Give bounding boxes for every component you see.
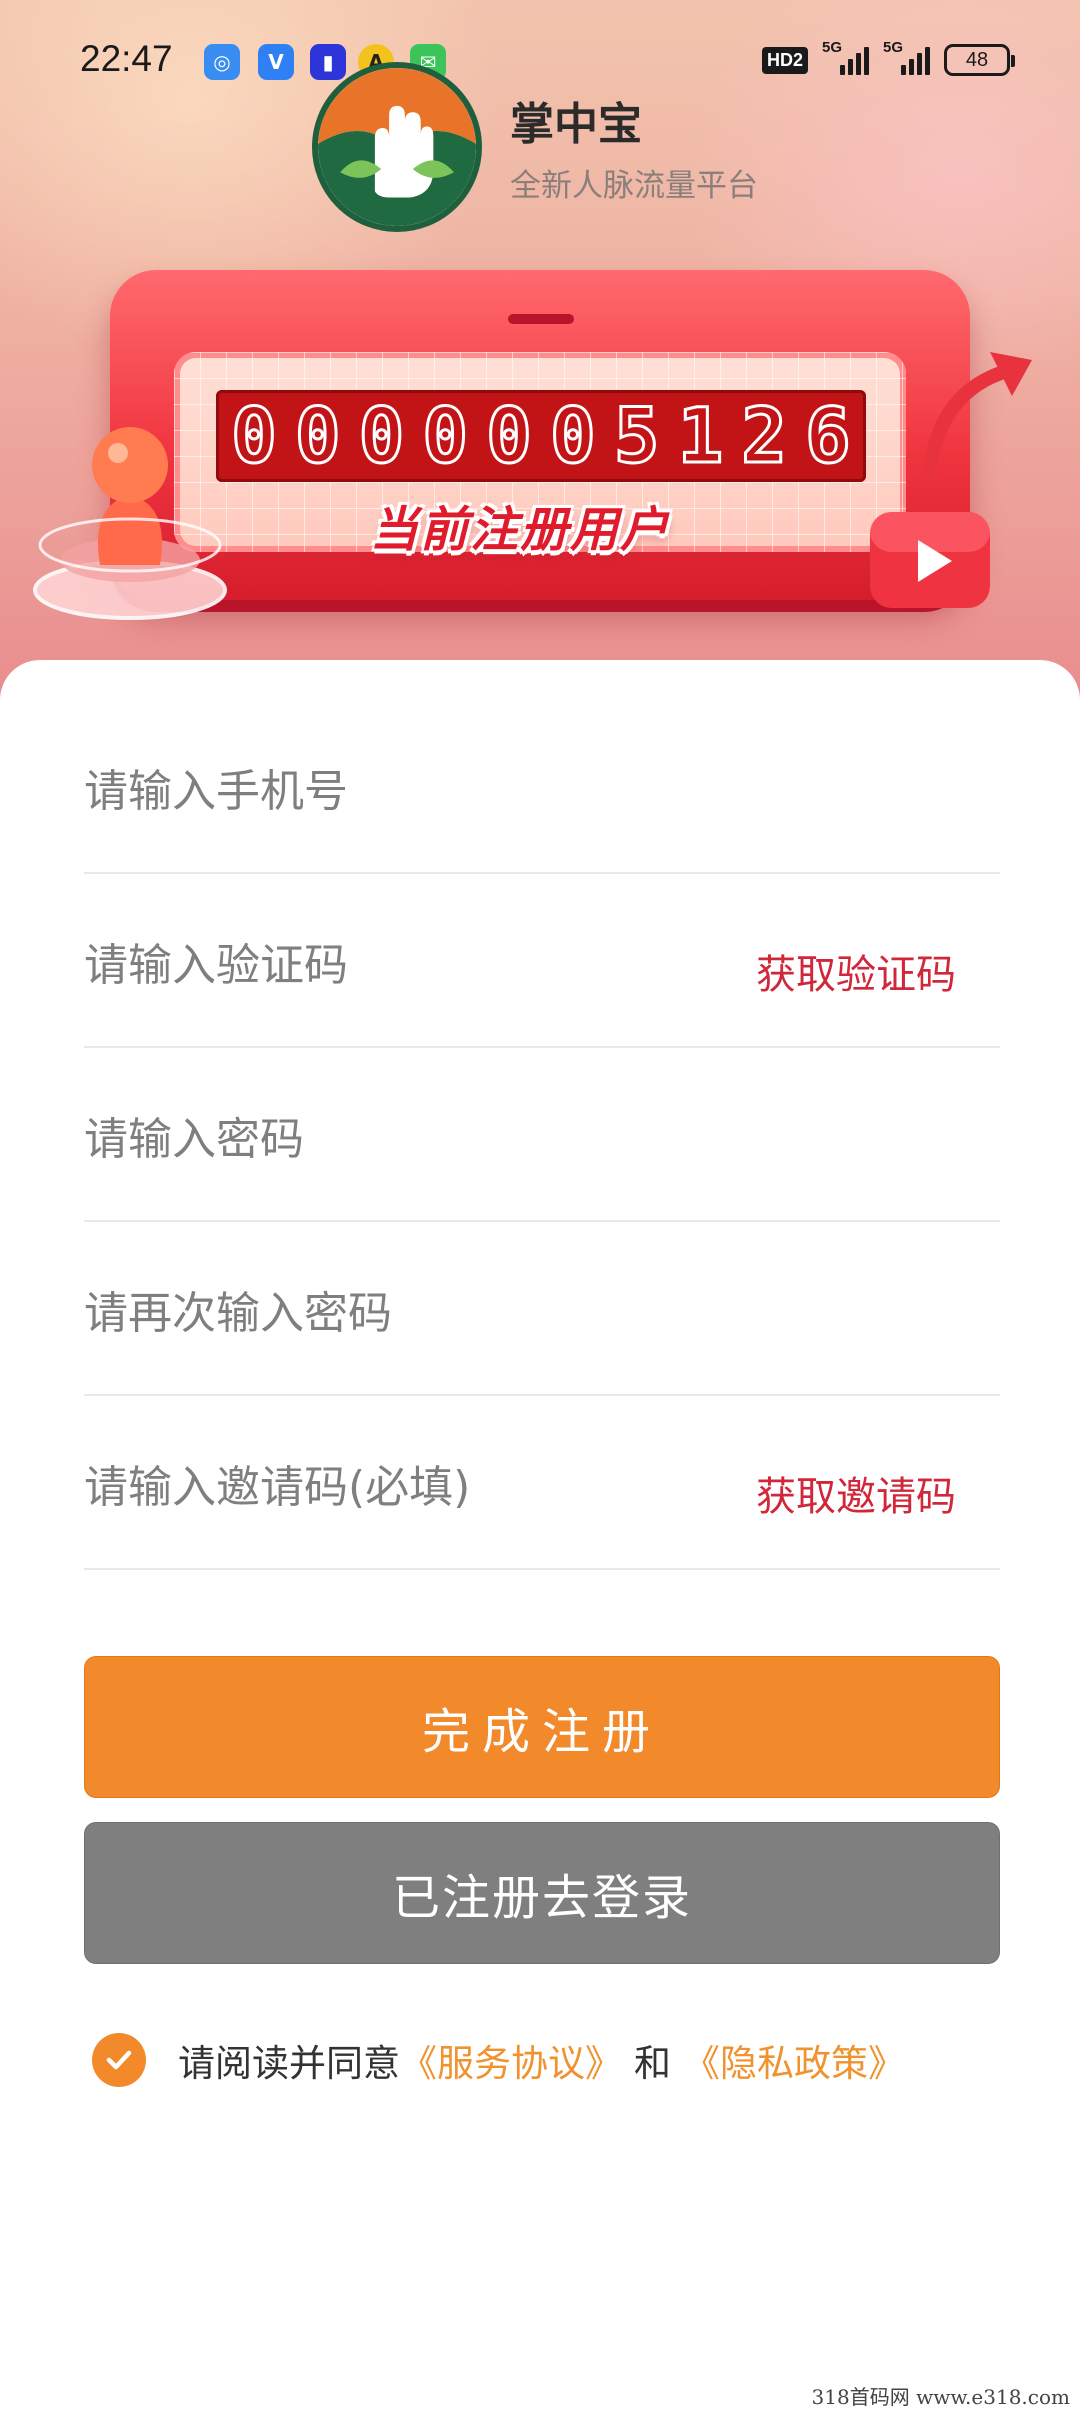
go-login-button[interactable]: 已注册去登录 (84, 1822, 1000, 1964)
register-screen: 22:47 ◎ V ▮ A ✉ HD2 5G 5G 48 掌中宝 全新人脉流量平… (0, 0, 1080, 2412)
verification-code-field: 获取验证码 (84, 874, 1000, 1048)
phone-field (84, 700, 1000, 874)
counter-digit: 5 (612, 391, 661, 480)
counter-digit: 0 (485, 391, 534, 480)
trend-arrow-icon (923, 352, 1032, 477)
app-notification-icon: ◎ (204, 44, 240, 80)
password-input[interactable] (84, 1104, 724, 1174)
counter-digit: 1 (676, 391, 725, 480)
password-field (84, 1048, 1000, 1222)
app-logo (312, 62, 482, 232)
password-confirm-field (84, 1222, 1000, 1396)
counter-digit: 0 (548, 391, 597, 480)
privacy-policy-link[interactable]: 《隐私政策》 (683, 2033, 905, 2087)
battery-icon: 48 (944, 44, 1015, 76)
app-slogan: 全新人脉流量平台 (510, 168, 758, 204)
battery-level: 48 (965, 48, 989, 71)
flashlight-icon: ▮ (310, 44, 346, 80)
app-name: 掌中宝 (510, 99, 642, 150)
password-confirm-input[interactable] (84, 1278, 724, 1348)
counter-caption: 当前注册用户 (370, 502, 671, 558)
video-play-icon (870, 512, 990, 608)
status-time: 22:47 (80, 38, 173, 79)
agreement-joiner: 和 (634, 2042, 671, 2085)
invite-code-input[interactable] (84, 1452, 724, 1522)
agreement-checkbox[interactable] (92, 2033, 146, 2087)
agreement-row: 请阅读并同意 《服务协议》 和 《隐私政策》 (92, 2030, 905, 2090)
signal-icon: 5G (822, 39, 869, 75)
signal-icon: 5G (883, 39, 930, 75)
hero-header: 22:47 ◎ V ▮ A ✉ HD2 5G 5G 48 掌中宝 全新人脉流量平… (0, 0, 1080, 700)
checkmark-icon (106, 2050, 132, 2070)
invite-code-field: 获取邀请码 (84, 1396, 1000, 1570)
registered-user-counter: 0 0 0 0 0 0 5 1 2 6 (216, 390, 866, 482)
verification-code-input[interactable] (84, 930, 724, 1000)
complete-register-button[interactable]: 完成注册 (84, 1656, 1000, 1798)
get-invite-code-button[interactable]: 获取邀请码 (756, 1464, 956, 1522)
counter-digit: 6 (804, 391, 853, 480)
app-notification-icon: V (258, 44, 294, 80)
hd-voice-icon: HD2 (761, 46, 808, 74)
hand-leaf-logo-icon (318, 68, 476, 226)
counter-digit: 0 (230, 391, 279, 480)
robot-figure-icon (33, 427, 227, 620)
site-watermark: 318首码网 www.e318.com (811, 2385, 1070, 2409)
counter-digit: 0 (421, 391, 470, 480)
agreement-prefix: 请阅读并同意 (178, 2042, 400, 2085)
counter-digit: 2 (740, 391, 789, 480)
phone-input[interactable] (84, 756, 724, 826)
get-verification-code-button[interactable]: 获取验证码 (756, 942, 956, 1000)
counter-digit: 0 (357, 391, 406, 480)
service-agreement-link[interactable]: 《服务协议》 (400, 2033, 622, 2087)
counter-digit: 0 (293, 391, 342, 480)
